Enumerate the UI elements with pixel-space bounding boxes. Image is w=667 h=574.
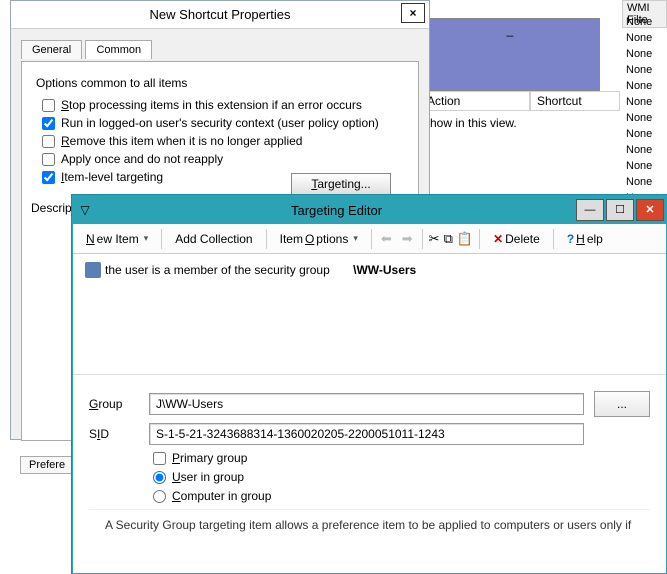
primary-group-label: Primary group (172, 451, 247, 465)
apply-once-checkbox[interactable] (42, 153, 55, 166)
move-right-icon: ➡ (399, 231, 416, 247)
close-button[interactable]: × (401, 3, 425, 23)
item-options-button[interactable]: Item Options (273, 228, 365, 250)
list-item: None (622, 160, 667, 176)
sid-label: SID (89, 427, 139, 441)
list-item: None (622, 176, 667, 192)
browse-button[interactable]: ... (594, 391, 650, 417)
te-description-text: A Security Group targeting item allows a… (89, 509, 650, 532)
list-item: None (622, 144, 667, 160)
toolbar-separator (161, 229, 162, 249)
dialog-title: New Shortcut Properties (11, 1, 429, 29)
list-item: None (622, 96, 667, 112)
item-targeting-label: Item-level targeting (61, 170, 163, 184)
targeting-editor-window: ▽ Targeting Editor — ☐ ✕ New Item Add Co… (72, 195, 667, 574)
targeting-tree[interactable]: the user is a member of the security gro… (73, 254, 666, 374)
te-title: Targeting Editor (97, 203, 576, 218)
maximize-button[interactable]: ☐ (606, 199, 634, 221)
tab-general[interactable]: General (21, 40, 82, 59)
remove-item-label: Remove this item when it is no longer ap… (61, 134, 302, 148)
wmi-filter-list: None None None None None None None None … (622, 16, 667, 208)
grid-empty-text: show in this view. (424, 116, 517, 130)
list-item: None (622, 32, 667, 48)
help-button[interactable]: ? Help (560, 228, 610, 250)
list-item: None (622, 48, 667, 64)
preferences-tab-fragment[interactable]: Prefere (20, 456, 74, 474)
toolbar-separator (553, 229, 554, 249)
te-toolbar: New Item Add Collection Item Options ⬅ ➡… (73, 224, 666, 254)
group-input[interactable] (149, 393, 584, 415)
user-in-group-label: User in group (172, 470, 244, 484)
list-item: None (622, 112, 667, 128)
computer-in-group-radio[interactable] (153, 490, 166, 503)
computer-in-group-label: Computer in group (172, 489, 271, 503)
shortcut-column-header[interactable]: Shortcut (530, 91, 620, 111)
cut-icon[interactable]: ✂ (429, 231, 440, 247)
list-item: None (622, 80, 667, 96)
tree-item-security-group[interactable]: the user is a member of the security gro… (83, 260, 656, 280)
list-item: None (622, 64, 667, 80)
item-targeting-checkbox[interactable] (42, 171, 55, 184)
tab-common[interactable]: Common (85, 40, 152, 59)
te-form: Group ... SID Primary group User in grou… (73, 374, 666, 542)
run-context-checkbox[interactable] (42, 117, 55, 130)
toolbar-separator (422, 229, 423, 249)
group-icon (85, 262, 101, 278)
description-label: Descripti (31, 201, 78, 215)
minimize-button[interactable]: — (576, 199, 604, 221)
background-preview-panel: _ (420, 18, 600, 91)
tab-strip: General Common (21, 39, 419, 61)
paste-icon[interactable]: 📋 (457, 231, 473, 247)
toolbar-separator (266, 229, 267, 249)
new-item-button[interactable]: New Item (79, 228, 155, 250)
move-left-icon: ⬅ (378, 231, 395, 247)
add-collection-button[interactable]: Add Collection (168, 228, 259, 250)
delete-button[interactable]: ✕ Delete (486, 228, 547, 250)
stop-processing-checkbox[interactable] (42, 99, 55, 112)
sid-input[interactable] (149, 423, 584, 445)
targeting-button[interactable]: Targeting... (291, 173, 391, 195)
copy-icon[interactable]: ⧉ (444, 231, 453, 247)
close-button[interactable]: ✕ (636, 199, 664, 221)
apply-once-label: Apply once and do not reapply (61, 152, 223, 166)
toolbar-separator (479, 229, 480, 249)
options-label: Options common to all items (36, 76, 404, 90)
list-item: None (622, 128, 667, 144)
toolbar-separator (371, 229, 372, 249)
run-context-label: Run in logged-on user's security context… (61, 116, 379, 130)
remove-item-checkbox[interactable] (42, 135, 55, 148)
filter-icon: ▽ (73, 203, 97, 217)
group-label: Group (89, 397, 139, 411)
user-in-group-radio[interactable] (153, 471, 166, 484)
list-item: None (622, 16, 667, 32)
stop-processing-label: Stop processing items in this extension … (61, 98, 362, 112)
tree-item-text: the user is a member of the security gro… (105, 263, 416, 277)
action-column-header[interactable]: Action (420, 91, 530, 111)
te-titlebar[interactable]: ▽ Targeting Editor — ☐ ✕ (73, 196, 666, 224)
dialog-titlebar[interactable]: New Shortcut Properties × (11, 1, 429, 29)
primary-group-checkbox[interactable] (153, 452, 166, 465)
